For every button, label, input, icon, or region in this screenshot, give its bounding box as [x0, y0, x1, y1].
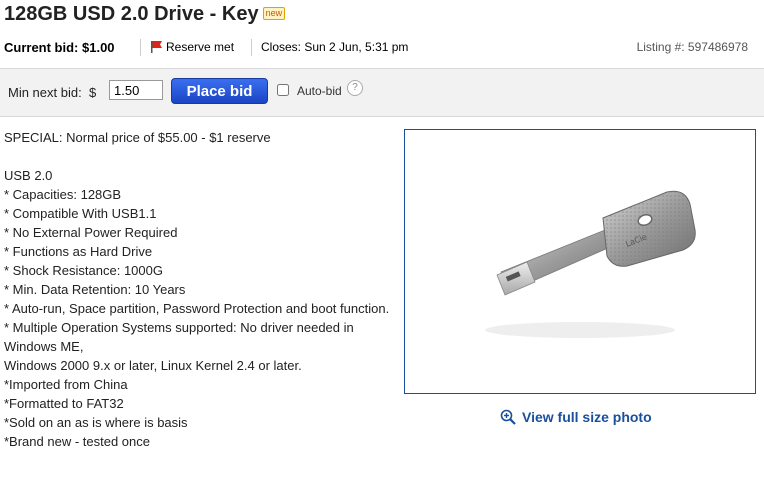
- magnifier-plus-icon: [500, 409, 516, 425]
- auto-bid-checkbox[interactable]: [277, 84, 289, 96]
- description-line: *Imported from China: [4, 377, 128, 392]
- description-line: * Multiple Operation Systems supported: …: [4, 320, 354, 354]
- description-line: * Functions as Hard Drive: [4, 244, 153, 259]
- item-description: SPECIAL: Normal price of $55.00 - $1 res…: [4, 128, 396, 451]
- description-line: *Sold on an as is where is basis: [4, 415, 188, 430]
- title-text: 128GB USD 2.0 Drive - Key: [4, 3, 259, 25]
- description-line: *Brand new - tested once: [4, 434, 150, 449]
- divider: [251, 39, 252, 56]
- listing-info-row: Current bid: $1.00 Reserve met Closes: S…: [0, 38, 764, 58]
- description-line: USB 2.0: [4, 168, 53, 183]
- reserve-status: Reserve met: [150, 40, 234, 54]
- red-flag-icon: [151, 41, 162, 53]
- description-line: SPECIAL: Normal price of $55.00 - $1 res…: [4, 130, 271, 145]
- view-full-size-photo-link[interactable]: View full size photo: [500, 409, 652, 425]
- bid-amount-input[interactable]: [109, 80, 163, 100]
- bid-bar: Min next bid: $ Place bid Auto-bid ?: [0, 68, 764, 117]
- description-line: * Shock Resistance: 1000G: [4, 263, 163, 278]
- description-line: * Min. Data Retention: 10 Years: [4, 282, 186, 297]
- description-line: *Formatted to FAT32: [4, 396, 124, 411]
- description-line: * No External Power Required: [4, 225, 178, 240]
- divider: [140, 39, 141, 56]
- help-icon[interactable]: ?: [347, 80, 363, 96]
- view-full-size-photo-text[interactable]: View full size photo: [522, 409, 652, 425]
- usb-key-drive-image: LaCie: [485, 190, 696, 338]
- description-line: * Compatible With USB1.1: [4, 206, 157, 221]
- description-line: * Capacities: 128GB: [4, 187, 122, 202]
- description-line: * Auto-run, Space partition, Password Pr…: [4, 301, 390, 316]
- listing-title: 128GB USD 2.0 Drive - Key new: [4, 3, 286, 26]
- auto-bid-label[interactable]: Auto-bid: [297, 84, 342, 98]
- closing-time: Closes: Sun 2 Jun, 5:31 pm: [261, 40, 409, 54]
- description-line: Windows 2000 9.x or later, Linux Kernel …: [4, 358, 302, 373]
- reserve-status-text: Reserve met: [166, 40, 235, 54]
- current-bid: Current bid: $1.00: [4, 40, 115, 55]
- listing-number: Listing #: 597486978: [636, 40, 748, 54]
- product-photo[interactable]: LaCie: [404, 129, 756, 394]
- place-bid-button[interactable]: Place bid: [171, 78, 268, 104]
- new-badge: new: [262, 7, 286, 20]
- min-next-bid-label: Min next bid: $: [8, 85, 97, 100]
